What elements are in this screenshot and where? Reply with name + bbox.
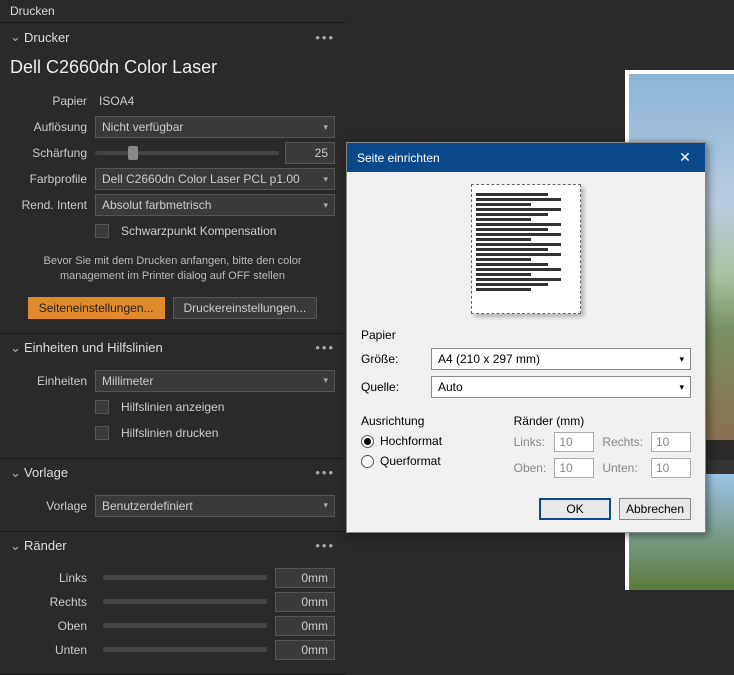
print-guides-checkbox[interactable] <box>95 426 109 440</box>
more-icon[interactable]: ••• <box>315 340 335 355</box>
margin-top-slider[interactable] <box>103 623 267 628</box>
section-header-printer[interactable]: ⌄ Drucker ••• <box>0 23 345 51</box>
m-right-label: Rechts: <box>602 435 643 449</box>
printer-name: Dell C2660dn Color Laser <box>10 55 335 86</box>
print-panel: Drucken ⌄ Drucker ••• Dell C2660dn Color… <box>0 0 345 590</box>
landscape-radio[interactable] <box>361 455 374 468</box>
intent-select[interactable]: Absolut farbmetrisch ▾ <box>95 194 335 216</box>
chevron-down-icon: ▾ <box>323 200 328 211</box>
section-header-template[interactable]: ⌄ Vorlage ••• <box>0 459 345 487</box>
m-right-input[interactable]: 10 <box>651 432 691 452</box>
chevron-down-icon: ▾ <box>323 375 328 386</box>
margin-bottom-value[interactable]: 0mm <box>275 640 335 660</box>
chevron-down-icon: ▾ <box>323 500 328 511</box>
section-units: ⌄ Einheiten und Hilfslinien ••• Einheite… <box>0 334 345 459</box>
paper-label: Papier <box>10 94 95 108</box>
panel-title: Drucken <box>0 0 345 23</box>
source-label: Quelle: <box>361 380 431 394</box>
section-title: Drucker <box>24 30 70 45</box>
resolution-select[interactable]: Nicht verfügbar ▾ <box>95 116 335 138</box>
units-select[interactable]: Millimeter ▾ <box>95 370 335 392</box>
section-header-margins[interactable]: ⌄ Ränder ••• <box>0 532 345 560</box>
portrait-radio-row[interactable]: Hochformat <box>361 434 494 448</box>
section-title: Vorlage <box>24 465 68 480</box>
margin-left-value[interactable]: 0mm <box>275 568 335 588</box>
blackpoint-checkbox[interactable] <box>95 224 109 238</box>
sharpen-value[interactable]: 25 <box>285 142 335 164</box>
printer-hint: Bevor Sie mit dem Drucken anfangen, bitt… <box>10 246 335 293</box>
intent-label: Rend. Intent <box>10 198 95 212</box>
chevron-down-icon: ⌄ <box>10 465 20 481</box>
paper-value: ISOA4 <box>95 94 134 108</box>
section-title: Einheiten und Hilfslinien <box>24 340 163 355</box>
print-guides-label: Hilfslinien drucken <box>121 426 218 440</box>
units-label: Einheiten <box>10 374 95 388</box>
sharpen-label: Schärfung <box>10 146 95 160</box>
margin-right-value[interactable]: 0mm <box>275 592 335 612</box>
slider-thumb[interactable] <box>128 146 138 160</box>
margin-bottom-label: Unten <box>10 643 95 657</box>
chevron-down-icon: ⌄ <box>10 340 20 356</box>
section-printer: ⌄ Drucker ••• Dell C2660dn Color Laser P… <box>0 23 345 334</box>
margin-left-slider[interactable] <box>103 575 267 580</box>
margin-top-value[interactable]: 0mm <box>275 616 335 636</box>
chevron-down-icon: ▾ <box>679 354 684 365</box>
chevron-down-icon: ▾ <box>323 174 328 185</box>
page-settings-button[interactable]: Seiteneinstellungen... <box>28 297 165 319</box>
more-icon[interactable]: ••• <box>315 538 335 553</box>
m-bottom-input[interactable]: 10 <box>651 458 691 478</box>
landscape-radio-row[interactable]: Querformat <box>361 454 494 468</box>
m-left-label: Links: <box>514 435 547 449</box>
chevron-down-icon: ▾ <box>323 122 328 133</box>
portrait-radio[interactable] <box>361 435 374 448</box>
m-top-label: Oben: <box>514 461 547 475</box>
paper-group-label: Papier <box>361 328 691 342</box>
template-label: Vorlage <box>10 499 95 513</box>
section-margins: ⌄ Ränder ••• Links 0mm Rechts 0mm Oben 0… <box>0 532 345 675</box>
dialog-title: Seite einrichten <box>357 151 440 165</box>
more-icon[interactable]: ••• <box>315 465 335 480</box>
m-bottom-label: Unten: <box>602 461 643 475</box>
size-select[interactable]: A4 (210 x 297 mm) ▾ <box>431 348 691 370</box>
page-preview <box>471 184 581 314</box>
show-guides-label: Hilfslinien anzeigen <box>121 400 224 414</box>
profile-select[interactable]: Dell C2660dn Color Laser PCL p1.00 ▾ <box>95 168 335 190</box>
orientation-group-label: Ausrichtung <box>361 414 494 428</box>
portrait-label: Hochformat <box>380 434 442 448</box>
page-setup-dialog: Seite einrichten ✕ Papier Größe: A4 (210… <box>346 142 706 533</box>
margin-top-label: Oben <box>10 619 95 633</box>
section-title: Ränder <box>24 538 67 553</box>
margins-group-label: Ränder (mm) <box>514 414 691 428</box>
chevron-down-icon: ⌄ <box>10 538 20 554</box>
template-select[interactable]: Benutzerdefiniert ▾ <box>95 495 335 517</box>
blackpoint-label: Schwarzpunkt Kompensation <box>121 224 276 238</box>
cancel-button[interactable]: Abbrechen <box>619 498 691 520</box>
m-top-input[interactable]: 10 <box>554 458 594 478</box>
printer-settings-button[interactable]: Druckereinstellungen... <box>173 297 318 319</box>
more-icon[interactable]: ••• <box>315 30 335 45</box>
margin-left-label: Links <box>10 571 95 585</box>
margin-right-label: Rechts <box>10 595 95 609</box>
chevron-down-icon: ⌄ <box>10 29 20 45</box>
dialog-titlebar[interactable]: Seite einrichten ✕ <box>347 143 705 172</box>
ok-button[interactable]: OK <box>539 498 611 520</box>
source-select[interactable]: Auto ▾ <box>431 376 691 398</box>
margin-right-slider[interactable] <box>103 599 267 604</box>
show-guides-checkbox[interactable] <box>95 400 109 414</box>
profile-label: Farbprofile <box>10 172 95 186</box>
close-icon[interactable]: ✕ <box>675 149 695 166</box>
m-left-input[interactable]: 10 <box>554 432 594 452</box>
size-label: Größe: <box>361 352 431 366</box>
chevron-down-icon: ▾ <box>679 382 684 393</box>
resolution-label: Auflösung <box>10 120 95 134</box>
margin-bottom-slider[interactable] <box>103 647 267 652</box>
landscape-label: Querformat <box>380 454 441 468</box>
section-template: ⌄ Vorlage ••• Vorlage Benutzerdefiniert … <box>0 459 345 532</box>
sharpen-slider[interactable] <box>95 151 279 155</box>
section-header-units[interactable]: ⌄ Einheiten und Hilfslinien ••• <box>0 334 345 362</box>
